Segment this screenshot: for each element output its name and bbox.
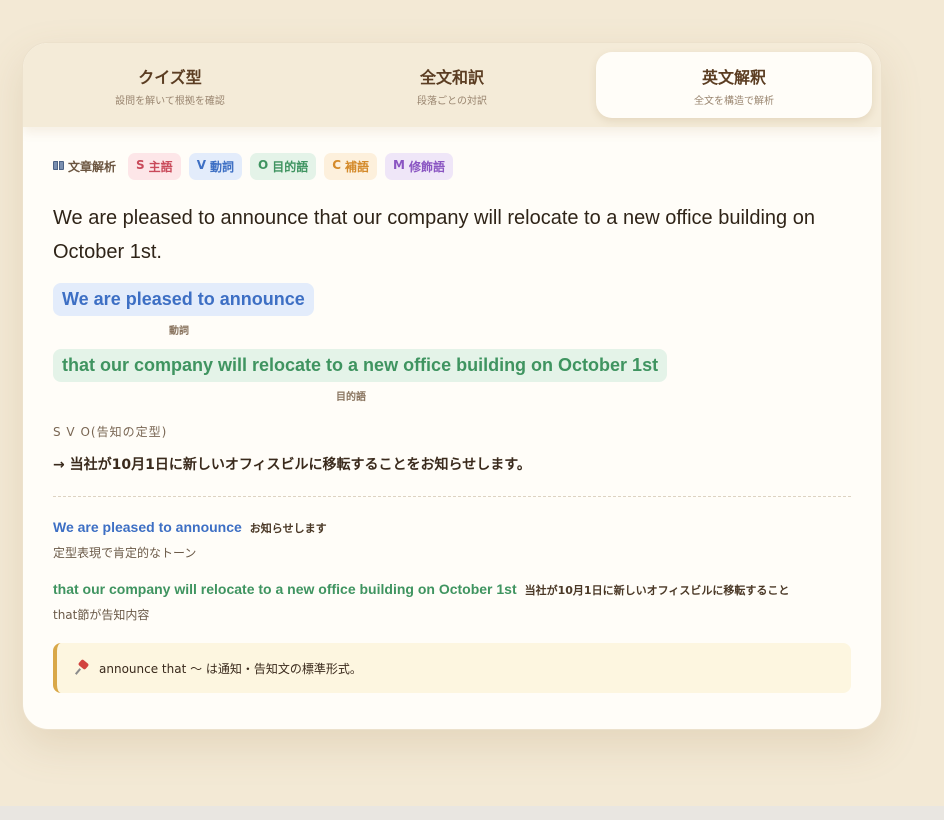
sentence-pattern: S V O(告知の定型) [53, 425, 168, 439]
legend-label-text: 文章解析 [68, 159, 117, 174]
breakdown-note: that節が告知内容 [53, 608, 150, 622]
breakdown-japanese: 当社が10月1日に新しいオフィスビルに移転すること [524, 584, 790, 597]
segment-verb: We are pleased to announce 動詞 [53, 283, 851, 337]
chip-key: V [196, 157, 206, 172]
tab-title: 全文和訳 [419, 67, 484, 87]
phrase-breakdown: We are pleased to announce お知らせします 定型表現で… [53, 519, 851, 623]
book-icon [53, 161, 64, 171]
analysis-content: 文章解析 S 主語 V 動詞 O 目的語 C 補語 M 修飾語 We are please… [53, 152, 851, 693]
breakdown-japanese: お知らせします [249, 522, 327, 535]
bottom-strip [0, 806, 944, 820]
breakdown-english: We are pleased to announce [53, 519, 242, 535]
chip-key: M [393, 157, 405, 172]
tab-subtitle: 全文を構造で解析 [694, 95, 774, 107]
legend-chip-subject: S 主語 [128, 152, 181, 180]
tab-structure-analysis[interactable]: 英文解釈 全文を構造で解析 [596, 52, 872, 118]
segment-role-label: 動詞 [169, 326, 189, 337]
segment-verb-text[interactable]: We are pleased to announce [53, 283, 314, 316]
breakdown-item: that our company will relocate to a new … [53, 581, 851, 623]
legend-label: 文章解析 [53, 158, 116, 175]
segment-role-label: 目的語 [336, 392, 366, 403]
chip-key: C [332, 157, 342, 172]
tab-subtitle: 段落ごとの対訳 [417, 95, 487, 107]
breakdown-note: 定型表現で肯定的なトーン [53, 546, 197, 560]
sentence-translation: → 当社が10月1日に新しいオフィスビルに移転することをお知らせします。 [53, 457, 531, 473]
breakdown-line: that our company will relocate to a new … [53, 581, 851, 598]
chip-key: O [258, 157, 269, 172]
pin-icon [75, 661, 89, 675]
chip-label: 動詞 [209, 159, 234, 174]
breakdown-item: We are pleased to announce お知らせします 定型表現で… [53, 519, 851, 561]
legend-chip-modifier: M 修飾語 [385, 152, 454, 180]
tab-subtitle: 設問を解いて根拠を確認 [115, 95, 225, 107]
tip-text: announce that 〜 は通知・告知文の標準形式。 [99, 661, 362, 676]
chip-label: 目的語 [272, 159, 309, 174]
source-sentence: We are pleased to announce that our comp… [53, 207, 815, 263]
chip-key: S [136, 157, 145, 172]
chip-label: 修飾語 [409, 159, 446, 174]
chip-label: 主語 [148, 159, 173, 174]
tab-title: 英文解釈 [701, 67, 766, 87]
chip-label: 補語 [345, 159, 370, 174]
breakdown-line: We are pleased to announce お知らせします [53, 519, 851, 536]
tip-callout: announce that 〜 は通知・告知文の標準形式。 [53, 643, 851, 693]
tab-title: クイズ型 [138, 67, 202, 87]
role-legend: 文章解析 S 主語 V 動詞 O 目的語 C 補語 M 修飾語 [53, 152, 851, 180]
segment-object: that our company will relocate to a new … [53, 349, 851, 403]
tab-full-translation[interactable]: 全文和訳 段落ごとの対訳 [314, 52, 590, 118]
breakdown-english: that our company will relocate to a new … [53, 581, 517, 597]
segment-object-text[interactable]: that our company will relocate to a new … [53, 349, 668, 382]
tab-quiz[interactable]: クイズ型 設問を解いて根拠を確認 [32, 52, 308, 118]
legend-chip-complement: C 補語 [324, 152, 378, 180]
dashed-divider [53, 496, 851, 497]
legend-chip-verb: V 動詞 [188, 152, 242, 180]
mode-tabbar: クイズ型 設問を解いて根拠を確認 全文和訳 段落ごとの対訳 英文解釈 全文を構造… [23, 43, 881, 127]
legend-chip-object: O 目的語 [250, 152, 317, 180]
reading-card: クイズ型 設問を解いて根拠を確認 全文和訳 段落ごとの対訳 英文解釈 全文を構造… [22, 42, 882, 730]
